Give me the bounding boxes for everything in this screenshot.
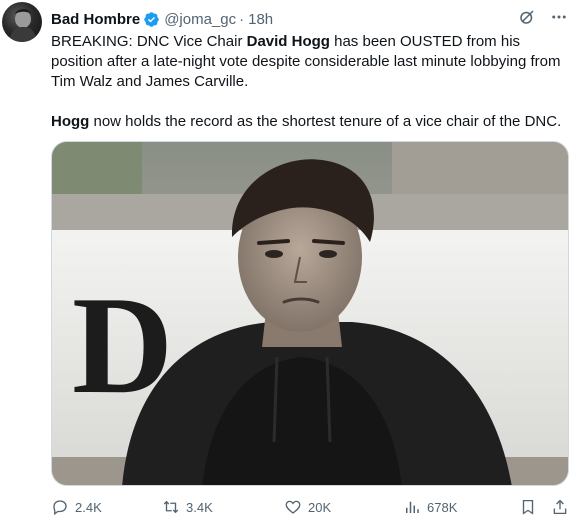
header-actions — [518, 8, 568, 26]
views-button[interactable]: 678K — [403, 498, 457, 516]
author-handle[interactable]: @joma_gc — [164, 11, 236, 28]
like-icon — [285, 500, 301, 514]
repost-button[interactable]: 3.4K — [162, 498, 213, 516]
tweet-text: BREAKING: DNC Vice Chair David Hogg has … — [51, 32, 571, 132]
like-count: 20K — [308, 499, 332, 515]
text-segment: BREAKING: DNC Vice Chair — [51, 33, 247, 50]
text-bold-segment: David Hogg — [246, 33, 330, 50]
tweet[interactable]: Bad Hombre @joma_gc · 18h BREAKING: DNC … — [0, 0, 580, 523]
reply-button[interactable]: 2.4K — [51, 498, 102, 516]
reply-count: 2.4K — [75, 499, 102, 515]
more-icon[interactable] — [550, 8, 568, 26]
bookmark-button[interactable] — [519, 498, 543, 516]
tweet-header: Bad Hombre @joma_gc · 18h — [51, 9, 273, 29]
timestamp[interactable]: 18h — [248, 11, 273, 28]
repost-icon — [163, 500, 179, 514]
share-icon — [553, 499, 567, 515]
text-segment: now holds the record as the shortest ten… — [89, 113, 562, 130]
bookmark-icon — [522, 499, 534, 515]
repost-count: 3.4K — [186, 499, 213, 515]
views-count: 678K — [427, 499, 458, 515]
tweet-paragraph-2: Hogg now holds the record as the shortes… — [51, 112, 571, 132]
author-name[interactable]: Bad Hombre — [51, 11, 140, 28]
grok-icon[interactable] — [518, 8, 536, 26]
verified-badge-icon — [144, 11, 159, 27]
tweet-paragraph-1: BREAKING: DNC Vice Chair David Hogg has … — [51, 32, 571, 92]
share-button[interactable] — [551, 498, 575, 516]
tweet-actions: 2.4K 3.4K 20K 678K — [51, 496, 571, 520]
avatar[interactable] — [2, 2, 42, 42]
text-bold-segment: Hogg — [51, 113, 90, 130]
reply-icon — [53, 500, 67, 516]
tweet-photo[interactable]: D — [51, 141, 569, 486]
like-button[interactable]: 20K — [284, 498, 331, 516]
views-icon — [406, 501, 419, 513]
header-separator: · — [239, 10, 245, 28]
